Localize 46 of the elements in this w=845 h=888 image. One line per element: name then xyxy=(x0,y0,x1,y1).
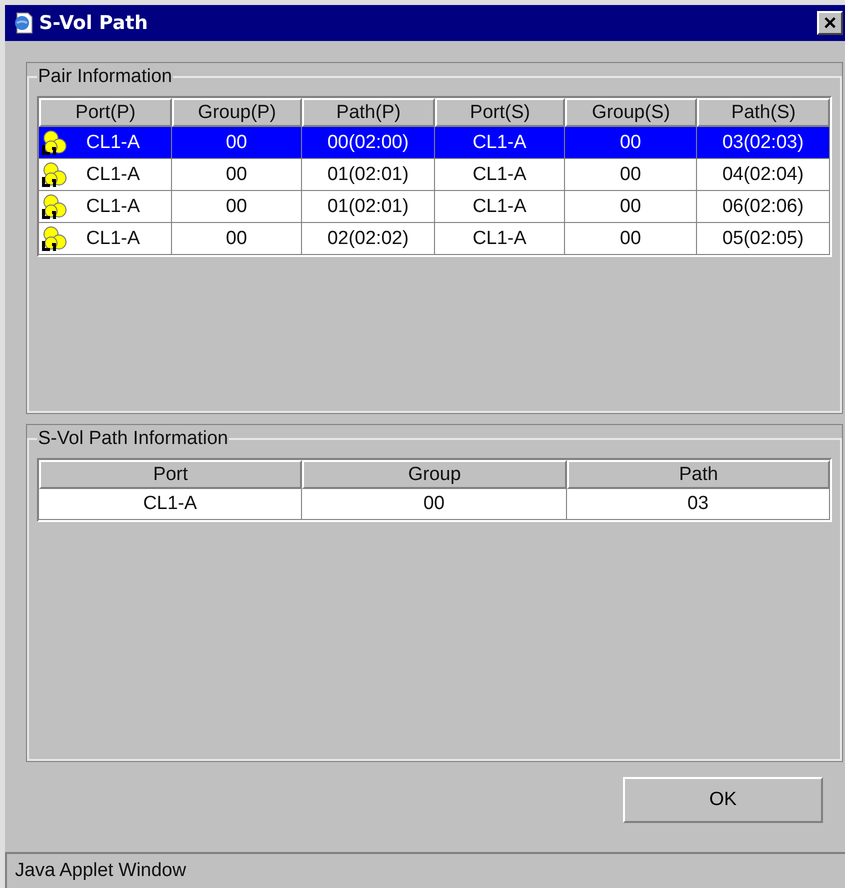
table-cell[interactable]: 05(02:05) xyxy=(697,222,830,254)
table-cell[interactable]: 03(02:03) xyxy=(697,126,830,158)
table-cell[interactable]: CL1-A xyxy=(435,190,565,222)
table-cell[interactable]: CL1-A xyxy=(39,222,172,254)
table-cell[interactable]: CL1-A xyxy=(435,222,565,254)
table-cell[interactable]: 04(02:04) xyxy=(697,158,830,190)
window-title: S-Vol Path xyxy=(39,10,148,36)
table-cell[interactable]: 00 xyxy=(172,222,302,254)
disk-stack-icon xyxy=(41,130,69,156)
table-cell[interactable]: CL1-A xyxy=(435,126,565,158)
table-cell[interactable]: CL1-A xyxy=(39,158,172,190)
table-cell[interactable]: CL1-A xyxy=(39,126,172,158)
table-cell[interactable]: CL1-A xyxy=(435,158,565,190)
table-cell[interactable]: 00 xyxy=(172,190,302,222)
ok-button[interactable]: OK xyxy=(623,777,823,823)
table-cell: 00 xyxy=(302,488,567,520)
column-header[interactable]: Group xyxy=(302,460,567,488)
disk-stack-icon xyxy=(41,194,69,220)
disk-stack-icon xyxy=(41,226,69,252)
table-cell[interactable]: 00 xyxy=(172,126,302,158)
group-title: Pair Information xyxy=(37,65,174,89)
column-header[interactable]: Group(P) xyxy=(172,98,302,126)
table-cell[interactable]: CL1-A xyxy=(39,190,172,222)
table-cell[interactable]: 01(02:01) xyxy=(302,190,435,222)
column-header[interactable]: Path xyxy=(567,460,830,488)
status-bar: Java Applet Window xyxy=(5,852,845,888)
column-header[interactable]: Path(S) xyxy=(697,98,830,126)
table-cell[interactable]: 00 xyxy=(565,126,697,158)
column-header[interactable]: Port(S) xyxy=(435,98,565,126)
table-cell[interactable]: 00(02:00) xyxy=(302,126,435,158)
column-header[interactable]: Port(P) xyxy=(39,98,172,126)
table-cell: 03 xyxy=(567,488,830,520)
table-cell[interactable]: 06(02:06) xyxy=(697,190,830,222)
table-cell[interactable]: 02(02:02) xyxy=(302,222,435,254)
table-cell[interactable]: 01(02:01) xyxy=(302,158,435,190)
table-cell[interactable]: 00 xyxy=(172,158,302,190)
column-header[interactable]: Path(P) xyxy=(302,98,435,126)
table-cell[interactable]: 00 xyxy=(565,158,697,190)
column-header[interactable]: Group(S) xyxy=(565,98,697,126)
table-cell: CL1-A xyxy=(39,488,302,520)
group-title: S-Vol Path Information xyxy=(37,427,230,451)
close-button[interactable]: × xyxy=(817,11,843,35)
table-cell[interactable]: 00 xyxy=(565,190,697,222)
table-cell[interactable]: 00 xyxy=(565,222,697,254)
column-header[interactable]: Port xyxy=(39,460,302,488)
disk-stack-icon xyxy=(41,162,69,188)
